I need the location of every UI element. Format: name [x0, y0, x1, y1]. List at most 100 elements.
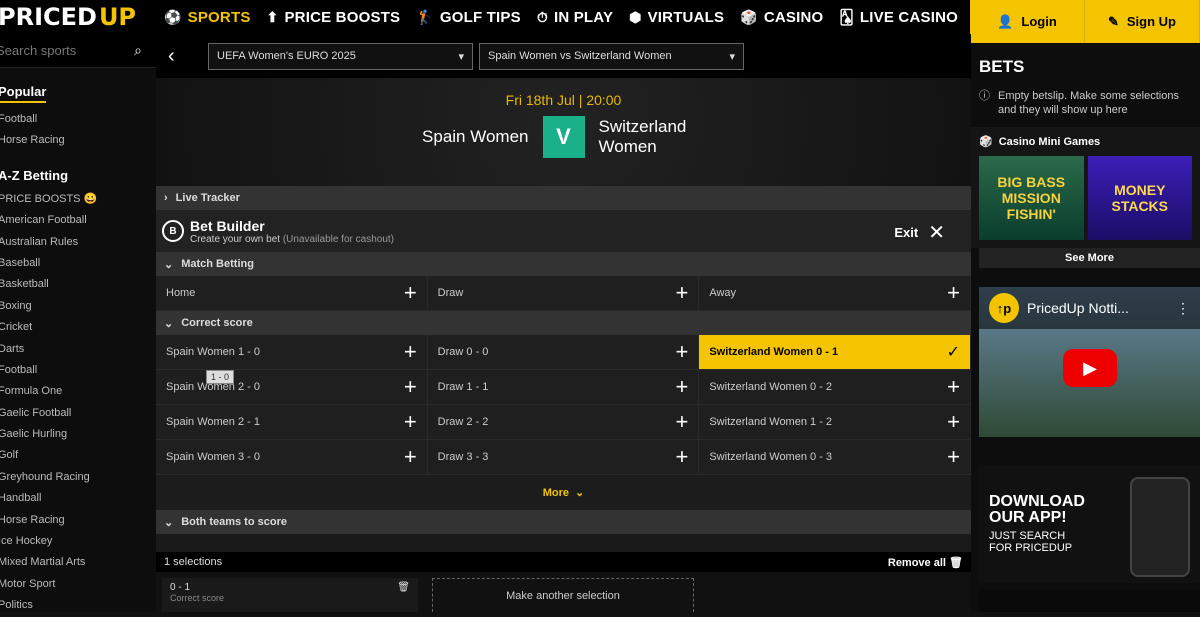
more-button[interactable]: More ⌄ — [156, 475, 971, 510]
sidebar-item[interactable]: Golf — [0, 445, 156, 466]
plus-icon: + — [947, 409, 961, 434]
search-input[interactable]: Search sports — [0, 43, 76, 58]
sidebar-item[interactable]: Football — [0, 109, 156, 130]
empty-betslip: ⓘ Empty betslip. Make some selections an… — [979, 90, 1179, 116]
sidebar-item[interactable]: Horse Racing — [0, 510, 156, 531]
trash-icon[interactable]: 🗑 — [397, 582, 410, 593]
competition-select[interactable]: UEFA Women's EURO 2025 ▾ — [208, 42, 473, 70]
main-content: ‹ UEFA Women's EURO 2025 ▾ Spain Women vs… — [156, 34, 972, 612]
user-icon: 👤 — [997, 13, 1014, 29]
bet-builder-title: Bet Builder — [190, 217, 265, 234]
login-button[interactable]: 👤 Login — [970, 0, 1085, 43]
pencil-icon: ✎ — [1107, 13, 1119, 29]
match-betting-toggle[interactable]: ⌄ Match Betting — [156, 252, 971, 276]
match-betting-row: Home + Draw + Away + — [156, 276, 972, 311]
video-player[interactable]: ↑p PricedUp Notti... ⋮ ▶ — [979, 287, 1200, 437]
selection-count: 1 selections — [164, 556, 223, 568]
nav-item-in-play[interactable]: ⏱ IN PLAY — [529, 0, 621, 34]
odds-button[interactable]: Away + — [699, 276, 972, 310]
score-option[interactable]: Draw 0 - 0 + — [427, 335, 700, 369]
plus-icon: + — [675, 339, 689, 364]
play-icon[interactable]: ▶ — [1063, 349, 1117, 387]
nav-item-live-casino[interactable]: 🂡 LIVE CASINO — [831, 0, 966, 34]
download-app-banner[interactable]: DOWNLOAD OUR APP! JUST SEARCH FOR PRICED… — [979, 465, 1200, 583]
score-option[interactable]: Draw 3 - 3 + — [427, 440, 700, 474]
sidebar: Search sports ⌕ Popular Football Horse Ra… — [0, 34, 156, 612]
signup-button[interactable]: ✎ Sign Up — [1085, 0, 1200, 43]
score-option[interactable]: Switzerland Women 0 - 2 + — [699, 370, 972, 404]
score-option[interactable]: Draw 2 - 2 + — [427, 405, 700, 439]
cube-icon: ⬢ — [629, 8, 642, 25]
nav-item-virtuals[interactable]: ⬢ VIRTUALS — [621, 0, 732, 34]
event-datetime: Fri 18th Jul | 20:00 — [505, 92, 622, 108]
plus-icon: + — [947, 444, 961, 469]
sidebar-item[interactable]: Formula One — [0, 381, 156, 402]
score-option[interactable]: Switzerland Women 1 - 2 + — [699, 405, 972, 439]
game-tile[interactable]: BIG BASS MISSION FISHIN' — [979, 156, 1084, 240]
sidebar-item[interactable]: Politics — [0, 595, 156, 616]
bets-title: BETS — [979, 57, 1025, 76]
exit-button[interactable]: Exit ✕ — [894, 220, 945, 245]
selector-bar: ‹ UEFA Women's EURO 2025 ▾ Spain Women vs… — [156, 34, 971, 78]
score-option[interactable]: Switzerland Women 0 - 1 ✓ — [699, 335, 972, 369]
plus-icon: + — [947, 374, 961, 399]
away-team: Switzerland Women — [598, 117, 687, 156]
score-option[interactable]: Spain Women 3 - 0 + — [156, 440, 428, 474]
correct-score-toggle[interactable]: ⌄ Correct score — [156, 311, 971, 335]
logo-text: PRICED — [0, 3, 97, 31]
sidebar-item[interactable]: Football — [0, 360, 156, 381]
odds-button[interactable]: Draw + — [427, 276, 700, 310]
main-nav: ⚽ SPORTS ⬆ PRICE BOOSTS 🏌 GOLF TIPS ⏱ IN PLAY ⬢ V… — [156, 0, 966, 34]
sidebar-item[interactable]: Gaelic Football — [0, 403, 156, 424]
betslip-item: 0 - 1 Correct score 🗑 — [162, 578, 418, 612]
sidebar-item[interactable]: Basketball — [0, 274, 156, 295]
plus-icon: + — [403, 280, 417, 305]
check-icon: ✓ — [946, 344, 961, 361]
score-option[interactable]: Spain Women 2 - 0 + — [156, 370, 428, 404]
sidebar-item[interactable]: Boxing — [0, 296, 156, 317]
sidebar-item[interactable]: Horse Racing — [0, 130, 156, 151]
more-vert-icon[interactable]: ⋮ — [1176, 300, 1190, 317]
sidebar-item[interactable]: Ice Hockey — [0, 531, 156, 552]
brand-icon: ↑p — [989, 293, 1019, 323]
logo-accent: UP — [98, 3, 137, 31]
odds-button[interactable]: Home + — [156, 276, 428, 310]
score-option[interactable]: Switzerland Women 0 - 3 + — [699, 440, 972, 474]
nav-item-golf-tips[interactable]: 🏌 GOLF TIPS — [408, 0, 529, 34]
match-select[interactable]: Spain Women vs Switzerland Women ▾ — [479, 42, 744, 70]
sidebar-item[interactable]: Handball — [0, 488, 156, 509]
arrow-up-icon: ⬆ — [266, 8, 279, 25]
sidebar-item[interactable]: American Football — [0, 210, 156, 231]
sidebar-item[interactable]: Cricket — [0, 317, 156, 338]
btts-toggle[interactable]: ⌄ Both teams to score — [156, 510, 971, 534]
score-row: Spain Women 1 - 0 + Draw 0 - 0 + Switzerland… — [156, 335, 972, 370]
trash-icon: 🗑 — [949, 556, 963, 569]
soccer-ball-icon: ⚽ — [164, 8, 182, 25]
search-icon[interactable]: ⌕ — [134, 42, 142, 59]
nav-item-price-boosts[interactable]: ⬆ PRICE BOOSTS — [259, 0, 409, 34]
nav-item-casino[interactable]: 🎲 CASINO — [732, 0, 831, 34]
sidebar-item[interactable]: Gaelic Hurling — [0, 424, 156, 445]
search-box[interactable]: Search sports ⌕ — [0, 34, 156, 68]
sidebar-item[interactable]: Baseball — [0, 253, 156, 274]
tooltip: 1 - 0 — [206, 370, 235, 384]
live-tracker-toggle[interactable]: › Live Tracker — [156, 186, 971, 210]
nav-item-sports[interactable]: ⚽ SPORTS — [156, 0, 259, 34]
sidebar-item[interactable]: Greyhound Racing — [0, 467, 156, 488]
sidebar-item[interactable]: Darts — [0, 339, 156, 360]
score-option[interactable]: Spain Women 1 - 0 + — [156, 335, 428, 369]
score-option[interactable]: Spain Women 2 - 1 + — [156, 405, 428, 439]
remove-all-button[interactable]: Remove all 🗑 — [888, 556, 963, 569]
game-tile[interactable]: MONEY STACKS — [1087, 156, 1192, 240]
logo[interactable]: PRICED UP — [0, 3, 156, 31]
auth-bar: 👤 Login ✎ Sign Up — [970, 0, 1200, 43]
plus-icon: + — [403, 374, 417, 399]
sidebar-item[interactable]: PRICE BOOSTS 😀 — [0, 189, 156, 210]
back-arrow-icon[interactable]: ‹ — [168, 45, 202, 68]
sidebar-item[interactable]: Australian Rules — [0, 232, 156, 253]
make-another-selection[interactable]: Make another selection — [432, 578, 694, 612]
see-more-button[interactable]: See More — [979, 248, 1200, 268]
sidebar-item[interactable]: Motor Sport — [0, 574, 156, 595]
sidebar-item[interactable]: Mixed Martial Arts — [0, 552, 156, 573]
score-option[interactable]: Draw 1 - 1 + — [427, 370, 700, 404]
